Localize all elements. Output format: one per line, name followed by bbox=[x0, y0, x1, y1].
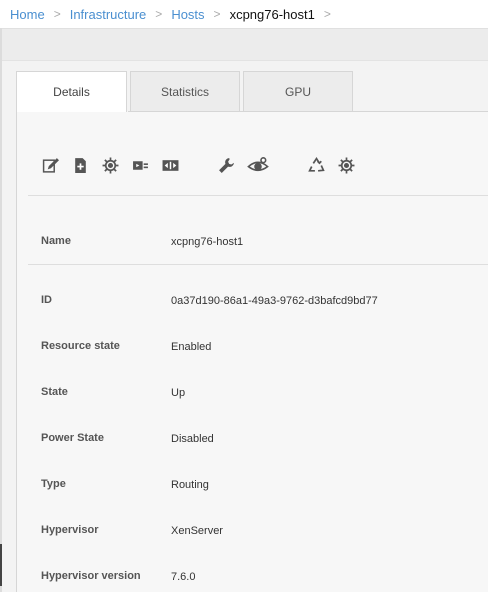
migrate-icon[interactable] bbox=[130, 155, 150, 175]
toggle-icon[interactable] bbox=[160, 155, 180, 175]
breadcrumb-infrastructure-link[interactable]: Infrastructure bbox=[70, 7, 147, 22]
breadcrumb-separator: > bbox=[53, 7, 61, 21]
breadcrumb: Home > Infrastructure > Hosts > xcpng76-… bbox=[0, 0, 488, 28]
detail-value-id: 0a37d190-86a1-49a3-9762-d3bafcd9bd77 bbox=[171, 295, 378, 307]
observe-eye-icon[interactable] bbox=[246, 155, 270, 175]
detail-label-type: Type bbox=[41, 478, 66, 490]
detail-value-resource-state: Enabled bbox=[171, 341, 212, 353]
tab-details[interactable]: Details bbox=[16, 71, 127, 112]
detail-label-hypervisor-version: Hypervisor version bbox=[41, 570, 141, 582]
breadcrumb-separator: > bbox=[213, 7, 221, 21]
host-actions bbox=[40, 154, 356, 176]
detail-label-state: State bbox=[41, 386, 68, 398]
detail-label-hypervisor: Hypervisor bbox=[41, 524, 99, 536]
detail-label-resource-state: Resource state bbox=[41, 340, 120, 352]
name-divider bbox=[28, 264, 488, 265]
detail-value-hypervisor: XenServer bbox=[171, 525, 223, 537]
recycle-icon[interactable] bbox=[306, 155, 326, 175]
breadcrumb-home-link[interactable]: Home bbox=[10, 7, 45, 22]
detail-value-hypervisor-version: 7.6.0 bbox=[171, 571, 196, 583]
tab-statistics[interactable]: Statistics bbox=[130, 71, 240, 111]
breadcrumb-hosts-link[interactable]: Hosts bbox=[171, 7, 204, 22]
gear-icon[interactable] bbox=[336, 155, 356, 175]
breadcrumb-separator: > bbox=[323, 7, 331, 21]
tab-gpu[interactable]: GPU bbox=[243, 71, 353, 111]
detail-label-name: Name bbox=[41, 235, 71, 247]
tab-bar: Details Statistics GPU bbox=[16, 71, 356, 112]
actions-divider bbox=[28, 195, 488, 196]
breadcrumb-current: xcpng76-host1 bbox=[229, 6, 315, 22]
detail-value-name: xcpng76-host1 bbox=[171, 236, 244, 248]
detail-value-type: Routing bbox=[171, 479, 209, 491]
detail-value-state: Up bbox=[171, 387, 186, 399]
edit-icon[interactable] bbox=[40, 155, 60, 175]
detail-label-id: ID bbox=[41, 294, 52, 306]
add-document-icon[interactable] bbox=[70, 155, 90, 175]
settings-gear-icon[interactable] bbox=[100, 155, 120, 175]
wrench-icon[interactable] bbox=[216, 155, 236, 175]
toolbar-band bbox=[2, 28, 488, 61]
detail-label-power-state: Power State bbox=[41, 432, 104, 444]
detail-value-power-state: Disabled bbox=[171, 433, 214, 445]
breadcrumb-separator: > bbox=[155, 7, 163, 21]
